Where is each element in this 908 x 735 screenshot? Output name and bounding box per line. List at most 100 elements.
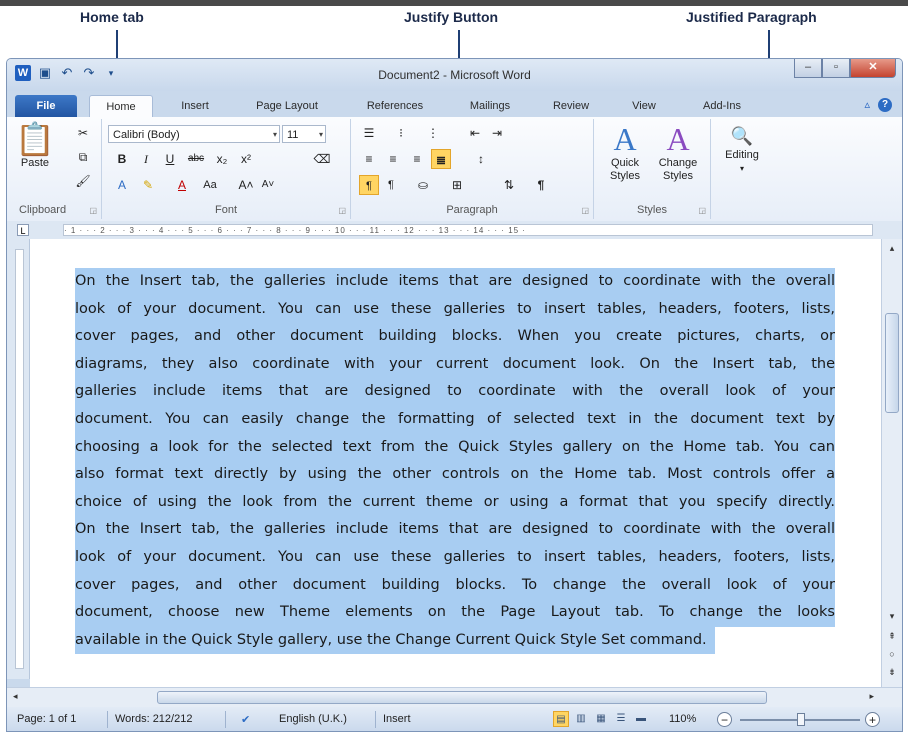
tab-add-ins[interactable]: Add-Ins bbox=[687, 95, 757, 117]
show-formatting-icon[interactable]: ¶ bbox=[531, 175, 551, 195]
change-styles-button[interactable]: A Change Styles bbox=[652, 121, 704, 183]
font-launcher-icon[interactable]: ◲ bbox=[338, 206, 346, 215]
paragraph-line[interactable]: available in the Quick Style gallery, us… bbox=[75, 626, 715, 655]
shrink-font-icon[interactable]: A˅ bbox=[258, 175, 278, 195]
paragraph-line[interactable]: look of your document. You can use these… bbox=[75, 543, 835, 572]
highlight-icon[interactable]: ✎ bbox=[138, 175, 158, 195]
vertical-scroll-thumb[interactable] bbox=[885, 313, 899, 413]
horizontal-scroll-thumb[interactable] bbox=[157, 691, 767, 704]
line-spacing-icon[interactable]: ↕ bbox=[471, 149, 491, 169]
justified-paragraph[interactable]: On the Insert tab, the galleries include… bbox=[75, 268, 835, 665]
tab-page-layout[interactable]: Page Layout bbox=[239, 95, 335, 117]
vertical-scrollbar[interactable]: ▴ ▾ ⇞ ○ ⇟ bbox=[881, 239, 902, 687]
multilevel-list-icon[interactable]: ⋮ bbox=[423, 123, 443, 143]
paragraph-line[interactable]: look of your document. You can use these… bbox=[75, 295, 835, 324]
page-count[interactable]: Page: 1 of 1 bbox=[17, 713, 76, 725]
document-page[interactable]: On the Insert tab, the galleries include… bbox=[30, 239, 882, 687]
cut-icon[interactable]: ✂ bbox=[73, 123, 93, 143]
zoom-level[interactable]: 110% bbox=[669, 713, 696, 725]
language-indicator[interactable]: English (U.K.) bbox=[279, 713, 347, 725]
full-screen-reading-icon[interactable]: ▥ bbox=[573, 711, 589, 727]
justify-button[interactable]: ≣ bbox=[431, 149, 451, 169]
web-layout-icon[interactable]: ▦ bbox=[593, 711, 609, 727]
scroll-down-icon[interactable]: ▾ bbox=[884, 609, 900, 623]
tab-insert[interactable]: Insert bbox=[167, 95, 223, 117]
align-left-icon[interactable]: ≡ bbox=[359, 149, 379, 169]
clear-formatting-icon[interactable]: ⌫ bbox=[312, 149, 332, 169]
decrease-indent-icon[interactable]: ⇤ bbox=[465, 123, 485, 143]
rtl-direction-icon[interactable]: ¶ bbox=[381, 175, 401, 195]
shading-icon[interactable]: ⛀ bbox=[413, 175, 433, 195]
scroll-left-icon[interactable]: ◂ bbox=[13, 691, 18, 702]
horizontal-scrollbar[interactable]: ◂ ▸ bbox=[7, 687, 902, 708]
tab-view[interactable]: View bbox=[619, 95, 669, 117]
tab-selector[interactable]: L bbox=[17, 224, 29, 236]
superscript-button[interactable]: x² bbox=[236, 149, 256, 169]
grow-font-icon[interactable]: A˄ bbox=[236, 175, 256, 195]
insert-mode-indicator[interactable]: Insert bbox=[383, 713, 411, 725]
bold-button[interactable]: B bbox=[112, 149, 132, 169]
minimize-button[interactable]: – bbox=[794, 59, 822, 78]
quick-styles-icon: A bbox=[613, 121, 637, 157]
zoom-in-icon[interactable]: + bbox=[865, 712, 880, 727]
scroll-right-icon[interactable]: ▸ bbox=[869, 691, 874, 702]
next-page-icon[interactable]: ⇟ bbox=[884, 665, 900, 679]
sort-icon[interactable]: ⇅ bbox=[499, 175, 519, 195]
copy-icon[interactable]: ⧉ bbox=[73, 147, 93, 167]
paste-button[interactable]: 📋 Paste bbox=[15, 121, 55, 170]
proofing-icon[interactable]: ✔ bbox=[241, 713, 250, 726]
increase-indent-icon[interactable]: ⇥ bbox=[487, 123, 507, 143]
font-color-icon[interactable]: A bbox=[172, 175, 192, 195]
font-size-select[interactable]: 11 ▾ bbox=[282, 125, 326, 143]
bullets-icon[interactable]: ☰ bbox=[359, 123, 379, 143]
paragraph-line[interactable]: cover pages, and other document building… bbox=[75, 571, 835, 600]
borders-icon[interactable]: ⊞ bbox=[447, 175, 467, 195]
close-button[interactable]: ✕ bbox=[850, 59, 896, 78]
ltr-direction-icon[interactable]: ¶ bbox=[359, 175, 379, 195]
paragraph-line[interactable]: also format text directly by using the o… bbox=[75, 461, 835, 489]
italic-button[interactable]: I bbox=[136, 149, 156, 169]
tab-review[interactable]: Review bbox=[541, 95, 601, 117]
tab-file[interactable]: File bbox=[15, 95, 77, 117]
align-center-icon[interactable]: ≡ bbox=[383, 149, 403, 169]
paragraph-line[interactable]: diagrams, they also coordinate with your… bbox=[75, 350, 835, 379]
previous-page-icon[interactable]: ⇞ bbox=[884, 629, 900, 643]
print-layout-icon[interactable]: ▤ bbox=[553, 711, 569, 727]
paragraph-line[interactable]: document, choose new Theme elements on t… bbox=[75, 599, 835, 627]
select-browse-object-icon[interactable]: ○ bbox=[884, 647, 900, 661]
group-paragraph: ☰ ⁝ ⋮ ⇤ ⇥ ≡ ≡ ≡ ≣ ↕ ¶ ¶ ⛀ ⊞ ⇅ ¶ Paragrap… bbox=[351, 119, 594, 219]
paragraph-line[interactable]: choice of using the look from the curren… bbox=[75, 488, 835, 517]
strikethrough-button[interactable]: abc bbox=[186, 149, 206, 169]
editing-button[interactable]: 🔍 Editing ▾ bbox=[715, 123, 769, 175]
tab-home[interactable]: Home bbox=[89, 95, 153, 118]
paragraph-line[interactable]: On the Insert tab, the galleries include… bbox=[75, 268, 835, 296]
tab-references[interactable]: References bbox=[351, 95, 439, 117]
subscript-button[interactable]: x₂ bbox=[212, 149, 232, 169]
draft-icon[interactable]: ▬ bbox=[633, 711, 649, 727]
underline-button[interactable]: U bbox=[160, 149, 180, 169]
numbering-icon[interactable]: ⁝ bbox=[391, 123, 411, 143]
paragraph-line[interactable]: cover pages, and other document building… bbox=[75, 323, 835, 351]
zoom-slider-thumb[interactable] bbox=[797, 713, 805, 726]
restore-button[interactable]: ▫ bbox=[822, 59, 850, 78]
zoom-out-icon[interactable]: − bbox=[717, 712, 732, 727]
styles-launcher-icon[interactable]: ◲ bbox=[698, 206, 706, 215]
paragraph-line[interactable]: document. You can easily change the form… bbox=[75, 405, 835, 434]
quick-styles-button[interactable]: A Quick Styles bbox=[600, 121, 650, 183]
font-name-select[interactable]: Calibri (Body) ▾ bbox=[108, 125, 280, 143]
paragraph-line[interactable]: On the Insert tab, the galleries include… bbox=[75, 516, 835, 544]
outline-icon[interactable]: ☰ bbox=[613, 711, 629, 727]
paragraph-line[interactable]: choosing a look for the selected text fr… bbox=[75, 433, 835, 462]
minimize-ribbon-icon[interactable]: ▵ bbox=[864, 98, 870, 112]
text-effects-icon[interactable]: A bbox=[112, 175, 132, 195]
word-count[interactable]: Words: 212/212 bbox=[115, 713, 192, 725]
paragraph-line[interactable]: galleries include items that are designe… bbox=[75, 378, 835, 406]
change-case-icon[interactable]: Aa bbox=[200, 175, 220, 195]
tab-mailings[interactable]: Mailings bbox=[455, 95, 525, 117]
help-icon[interactable]: ? bbox=[878, 98, 892, 112]
align-right-icon[interactable]: ≡ bbox=[407, 149, 427, 169]
format-painter-icon[interactable]: 🖌 bbox=[73, 171, 93, 191]
scroll-up-icon[interactable]: ▴ bbox=[884, 241, 900, 255]
clipboard-launcher-icon[interactable]: ◲ bbox=[89, 206, 97, 215]
paragraph-launcher-icon[interactable]: ◲ bbox=[581, 206, 589, 215]
